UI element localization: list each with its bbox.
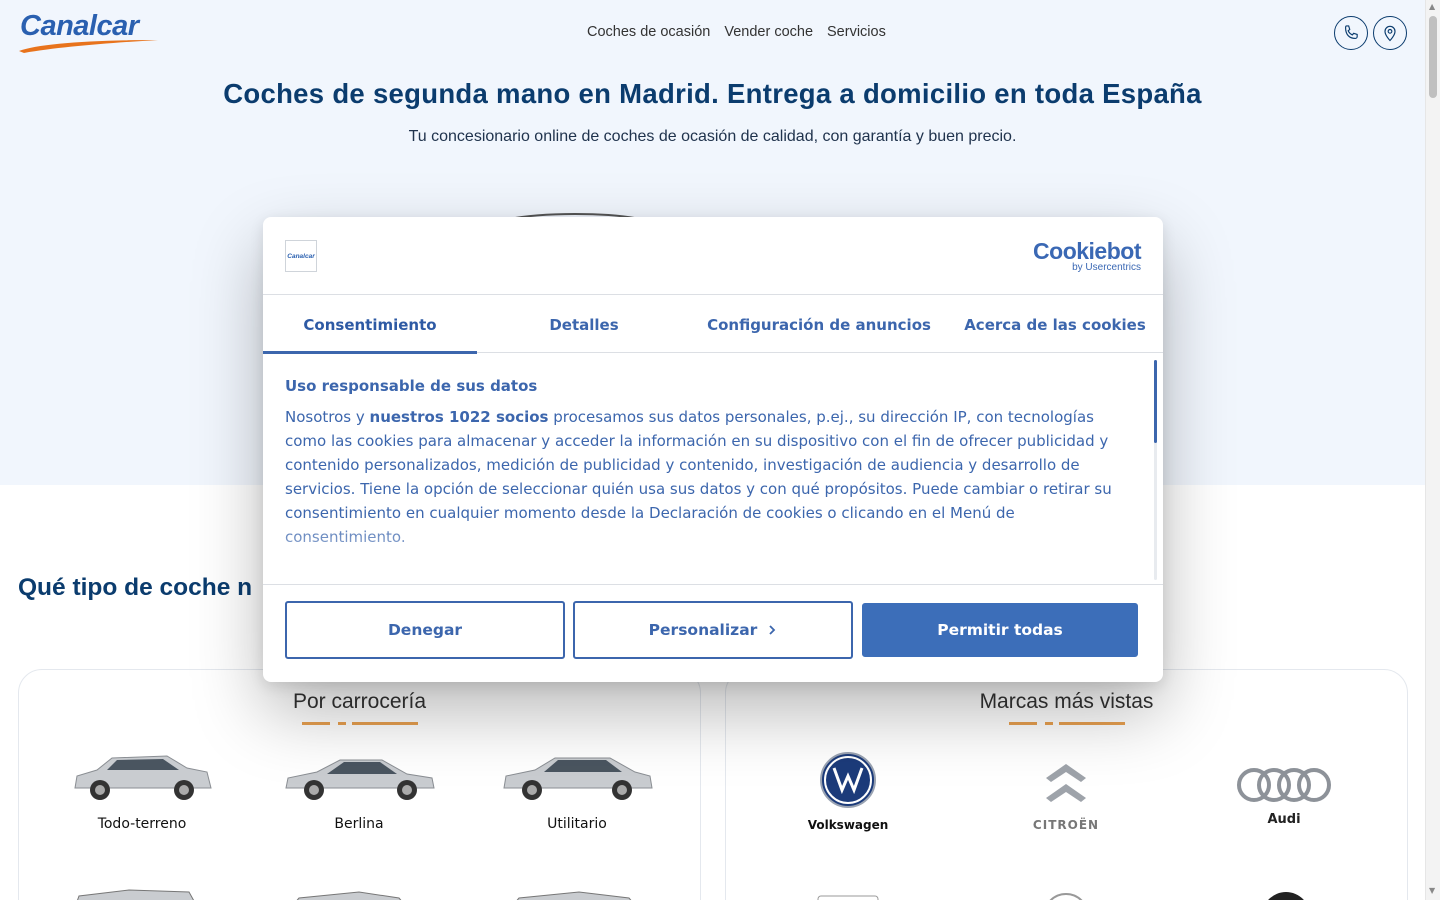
tab-consent[interactable]: Consentimiento [263,296,477,354]
page-scrollbar-thumb[interactable] [1429,16,1437,98]
canalcar-logo[interactable]: Canalcar [18,10,160,54]
body-text-prefix: Nosotros y [285,408,370,426]
section-title: Qué tipo de coche n [18,574,253,601]
nav-used-cars[interactable]: Coches de ocasión [587,24,710,40]
deny-button[interactable]: Denegar [285,601,565,659]
dialog-header: Canalcar Cookiebot by Usercentrics [263,217,1163,295]
volkswagen-logo-icon [820,752,876,808]
brand-label: Audi [1267,812,1301,827]
brands-card: Marcas más vistas Volkswagen CITROËN Aud… [725,669,1408,900]
title-underline [301,722,418,725]
nav-sell-car[interactable]: Vender coche [724,24,813,40]
second-row-brands [816,880,1336,900]
deny-button-label: Denegar [387,621,463,639]
second-row-cars [69,880,669,900]
tile-label: Utilitario [547,816,607,832]
title-underline [1008,722,1125,725]
dialog-tabs: Consentimiento Detalles Configuración de… [263,296,1163,354]
chevron-right-icon [769,625,776,635]
phone-icon[interactable] [1334,16,1368,50]
hero-subtitle: Tu concesionario online de coches de oca… [408,128,1017,145]
customize-button-label: Personalizar [648,621,758,639]
audi-logo-icon [1237,768,1331,802]
customize-button[interactable]: Personalizar [573,601,853,659]
site-logo-thumbnail-text: Canalcar [287,252,315,260]
tab-about-cookies[interactable]: Acerca de las cookies [947,296,1163,353]
card-title: Por carrocería [292,690,427,713]
dialog-footer: Denegar Personalizar Permitir todas [263,584,1163,682]
tile-hatchback[interactable]: Utilitario [487,748,667,832]
nav-services[interactable]: Servicios [827,24,886,40]
allow-all-button-label: Permitir todas [937,621,1063,639]
body-title: Uso responsable de sus datos [285,377,538,395]
allow-all-button[interactable]: Permitir todas [862,603,1138,657]
body-fade [263,517,1123,587]
brand-audi[interactable]: Audi [1194,766,1374,827]
tile-label: Berlina [334,816,384,832]
tab-ad-settings[interactable]: Configuración de anuncios [691,296,947,353]
citroen-logo-icon [1046,764,1086,802]
site-header: Canalcar Coches de ocasión Vender coche … [0,0,1425,64]
cookiebot-logo[interactable]: Cookiebot by Usercentrics [1033,239,1141,273]
site-logo-thumbnail: Canalcar [285,240,317,272]
cookiebot-name: Cookiebot [1033,238,1141,264]
scroll-up-arrow-icon[interactable]: ▲ [1429,2,1435,11]
sedan-car-image [284,759,435,800]
brand-volkswagen[interactable]: Volkswagen [758,750,938,832]
body-type-card: Por carrocería Todo-terreno Berlina Util… [18,669,701,900]
dialog-scrollbar-thumb[interactable] [1154,360,1157,443]
brand-citroen[interactable]: CITROËN [976,758,1156,832]
main-nav: Coches de ocasión Vender coche Servicios [587,24,886,40]
tab-details[interactable]: Detalles [477,296,691,353]
cookie-consent-dialog: Canalcar Cookiebot by Usercentrics Conse… [263,217,1163,682]
brand-label: CITROËN [1032,818,1100,832]
tile-suv[interactable]: Todo-terreno [52,748,232,832]
header-actions [1334,16,1407,50]
hero-title: Coches de segunda mano en Madrid. Entreg… [223,78,1202,109]
cookiebot-by: by Usercentrics [1072,262,1141,273]
hatchback-car-image [502,757,653,800]
brand-label: Volkswagen [807,818,889,832]
page-scrollbar[interactable]: ▲ ▼ [1425,0,1440,900]
suv-car-image [74,755,212,800]
scroll-down-arrow-icon[interactable]: ▼ [1429,886,1435,895]
location-pin-icon[interactable] [1373,16,1407,50]
partners-link[interactable]: nuestros 1022 socios [370,408,549,426]
tile-sedan[interactable]: Berlina [269,748,449,832]
logo-swoosh-icon [19,40,158,53]
tile-label: Todo-terreno [97,816,187,832]
card-title: Marcas más vistas [979,690,1154,713]
